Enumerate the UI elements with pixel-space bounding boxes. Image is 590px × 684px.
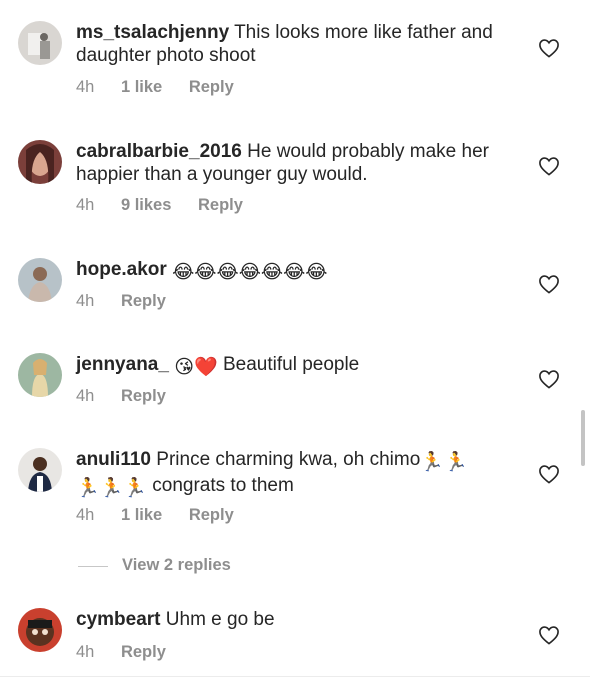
comment-time: 4h [76,196,95,214]
heart-outline-icon[interactable] [538,274,560,294]
heart-outline-icon[interactable] [538,369,560,389]
avatar[interactable] [18,608,62,652]
comment-body: Prince charming kwa, oh chimo [156,449,421,470]
heart-outline-icon[interactable] [538,464,560,484]
view-replies-button[interactable]: View 2 replies [122,556,231,575]
comment-username[interactable]: hope.akor [76,259,167,280]
comment-time: 4h [76,643,95,661]
runner-emoji: 🏃🏃🏃 [76,478,147,499]
comment-username[interactable]: ms_tsalachjenny [76,22,229,43]
avatar[interactable] [18,448,62,492]
comment-username[interactable]: cabralbarbie_2016 [76,141,242,162]
avatar[interactable] [18,140,62,184]
reply-button[interactable]: Reply [121,292,166,310]
comment-meta: 4h 1 like Reply [76,78,256,97]
reply-button[interactable]: Reply [121,387,166,405]
comment-username[interactable]: jennyana_ [76,354,169,375]
avatar[interactable] [18,353,62,397]
comment-time: 4h [76,78,95,96]
comment-username[interactable]: anuli110 [76,449,151,470]
comment-text: hope.akor 😂😂😂😂😂😂😂 [76,258,516,284]
avatar[interactable] [18,21,62,65]
comment-text: cabralbarbie_2016 He would probably make… [76,140,516,186]
reply-button[interactable]: Reply [189,506,234,524]
avatar[interactable] [18,258,62,302]
replies-divider [78,566,108,567]
comment-username[interactable]: cymbeart [76,609,161,630]
like-count[interactable]: 9 likes [121,196,171,214]
reply-button[interactable]: Reply [189,78,234,96]
comment-body: congrats to them [152,475,294,496]
runner-emoji: 🏃🏃 [420,452,468,473]
comment-time: 4h [76,292,95,310]
reply-button[interactable]: Reply [121,643,166,661]
comment-text: anuli110 Prince charming kwa, oh chimo🏃🏃… [76,448,516,500]
reply-button[interactable]: Reply [198,196,243,214]
comment-meta: 4h 1 like Reply [76,506,256,525]
laughing-emoji: 😂😂😂😂😂😂😂 [172,262,328,283]
comment-meta: 4h 9 likes Reply [76,196,265,215]
comment-time: 4h [76,387,95,405]
comment-text: ms_tsalachjenny This looks more like fat… [76,21,516,67]
heart-outline-icon[interactable] [538,156,560,176]
like-count[interactable]: 1 like [121,506,162,524]
divider [0,676,590,677]
comment-time: 4h [76,506,95,524]
comment-text: cymbeart Uhm e go be [76,608,516,631]
comment-meta: 4h Reply [76,643,188,662]
kiss-heart-emoji: 😘❤️ [174,357,218,378]
comment-body: Beautiful people [222,354,360,375]
comment-meta: 4h Reply [76,292,188,311]
comment-meta: 4h Reply [76,387,188,406]
heart-outline-icon[interactable] [538,38,560,58]
heart-outline-icon[interactable] [538,625,560,645]
comment-body: Uhm e go be [165,609,275,630]
like-count[interactable]: 1 like [121,78,162,96]
scrollbar[interactable] [581,410,585,466]
comment-text: jennyana_ 😘❤️ Beautiful people [76,353,516,379]
